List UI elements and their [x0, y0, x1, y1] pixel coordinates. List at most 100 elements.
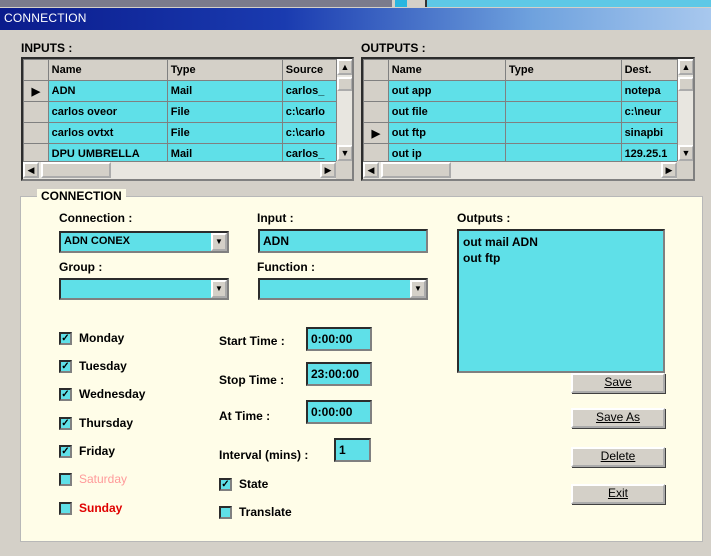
table-row[interactable]: out file c:\neur [363, 101, 693, 123]
outputs-horizontal-scrollbar[interactable]: ◀ ▶ [363, 161, 677, 179]
inputs-cell-type[interactable]: File [166, 122, 283, 144]
table-row[interactable]: out app notepa [363, 80, 693, 102]
chevron-down-icon[interactable]: ▼ [410, 280, 426, 298]
inputs-col-type[interactable]: Type [166, 59, 283, 81]
checkbox-translate[interactable]: Translate [219, 505, 292, 519]
checkbox-friday[interactable]: ✓ Friday [59, 444, 115, 458]
window-title-bar[interactable]: CONNECTION [0, 8, 711, 30]
scroll-up-icon[interactable]: ▲ [337, 59, 352, 75]
outputs-header-row: Name Type Dest. [363, 59, 693, 81]
outputs-listbox[interactable]: out mail ADN out ftp [457, 229, 665, 373]
outputs-cell-type[interactable] [504, 122, 622, 144]
inputs-header-row: Name Type Source [23, 59, 352, 81]
group-select[interactable]: ▼ [59, 278, 229, 300]
checkbox-state[interactable]: ✓ State [219, 477, 268, 491]
checkbox-sunday[interactable]: Sunday [59, 501, 122, 515]
checkbox-box[interactable] [219, 505, 232, 519]
chevron-down-icon[interactable]: ▼ [211, 233, 227, 251]
window-title: CONNECTION [4, 11, 87, 25]
save-as-button-label: Save As [595, 410, 641, 424]
inputs-cell-name[interactable]: ADN [47, 80, 168, 102]
checkbox-thursday[interactable]: ✓ Thursday [59, 416, 133, 430]
stop-time-field[interactable]: 23:00:00 [306, 362, 372, 386]
row-selector[interactable] [23, 101, 49, 123]
checkbox-monday[interactable]: ✓ Monday [59, 331, 124, 345]
scroll-right-icon[interactable]: ▶ [320, 162, 336, 178]
scroll-corner [336, 161, 352, 179]
outputs-cell-name[interactable]: out file [387, 101, 506, 123]
function-select[interactable]: ▼ [258, 278, 428, 300]
top-strip-dark [0, 0, 392, 7]
check-icon[interactable]: ✓ [59, 416, 72, 430]
checkbox-tuesday[interactable]: ✓ Tuesday [59, 359, 127, 373]
list-item[interactable]: out mail ADN [463, 234, 659, 250]
scroll-left-icon[interactable]: ◀ [23, 162, 39, 178]
input-field[interactable]: ADN [258, 229, 428, 253]
outputs-grid[interactable]: Name Type Dest. out app notepa out file … [361, 57, 695, 181]
checkbox-box[interactable] [59, 472, 72, 486]
exit-button-label: Exit [607, 486, 628, 500]
outputs-cell-type[interactable] [504, 101, 622, 123]
scroll-thumb[interactable] [41, 162, 111, 178]
scroll-left-icon[interactable]: ◀ [363, 162, 379, 178]
scroll-thumb[interactable] [337, 77, 352, 91]
check-icon[interactable]: ✓ [59, 444, 72, 458]
list-item[interactable]: out ftp [463, 250, 659, 266]
scroll-down-icon[interactable]: ▼ [337, 145, 352, 161]
outputs-col-type[interactable]: Type [504, 59, 622, 81]
inputs-corner [23, 59, 49, 81]
inputs-cell-name[interactable]: carlos oveor [47, 101, 168, 123]
start-time-field[interactable]: 0:00:00 [306, 327, 372, 351]
save-as-button[interactable]: Save As [571, 408, 665, 428]
scroll-right-icon[interactable]: ▶ [661, 162, 677, 178]
start-time-label: Start Time : [219, 334, 285, 348]
outputs-vertical-scrollbar[interactable]: ▲ ▼ [677, 59, 693, 161]
top-strip-bar [425, 0, 711, 7]
day-label: Thursday [79, 416, 134, 430]
at-time-field[interactable]: 0:00:00 [306, 400, 372, 424]
row-selector-current[interactable]: ▶ [23, 80, 49, 102]
outputs-cell-type[interactable] [504, 80, 622, 102]
table-row[interactable]: ▶ out ftp sinapbi [363, 122, 693, 144]
check-icon[interactable]: ✓ [59, 331, 72, 345]
scroll-down-icon[interactable]: ▼ [678, 145, 693, 161]
row-selector[interactable] [23, 122, 49, 144]
input-label: Input : [257, 211, 294, 225]
check-icon[interactable]: ✓ [219, 477, 232, 491]
row-selector[interactable] [363, 80, 389, 102]
outputs-cell-name[interactable]: out app [387, 80, 506, 102]
delete-button[interactable]: Delete [571, 447, 665, 467]
check-icon[interactable]: ✓ [59, 387, 72, 401]
checkbox-saturday[interactable]: Saturday [59, 472, 127, 486]
save-button[interactable]: Save [571, 373, 665, 393]
exit-button[interactable]: Exit [571, 484, 665, 504]
inputs-col-name[interactable]: Name [47, 59, 168, 81]
inputs-cell-type[interactable]: File [166, 101, 283, 123]
check-icon[interactable]: ✓ [59, 359, 72, 373]
scroll-thumb[interactable] [381, 162, 451, 178]
inputs-grid[interactable]: Name Type Source ▶ ADN Mail carlos_ carl… [21, 57, 354, 181]
scroll-up-icon[interactable]: ▲ [678, 59, 693, 75]
table-row[interactable]: carlos ovtxt File c:\carlo [23, 122, 352, 144]
interval-field[interactable]: 1 [334, 438, 371, 462]
day-label: Wednesday [79, 387, 146, 401]
inputs-vertical-scrollbar[interactable]: ▲ ▼ [336, 59, 352, 161]
inputs-cell-type[interactable]: Mail [166, 80, 283, 102]
row-selector[interactable] [363, 101, 389, 123]
interval-label: Interval (mins) : [219, 448, 309, 462]
stop-time-label: Stop Time : [219, 373, 285, 387]
scroll-thumb[interactable] [678, 77, 693, 91]
connection-select[interactable]: ADN CONEX ▼ [59, 231, 229, 253]
outputs-list-label: Outputs : [457, 211, 511, 225]
checkbox-box[interactable] [59, 501, 72, 515]
table-row[interactable]: carlos oveor File c:\carlo [23, 101, 352, 123]
inputs-horizontal-scrollbar[interactable]: ◀ ▶ [23, 161, 336, 179]
table-row[interactable]: ▶ ADN Mail carlos_ [23, 80, 352, 102]
inputs-cell-name[interactable]: carlos ovtxt [47, 122, 168, 144]
outputs-label: OUTPUTS : [361, 41, 426, 55]
row-selector-current[interactable]: ▶ [363, 122, 389, 144]
outputs-col-name[interactable]: Name [387, 59, 506, 81]
chevron-down-icon[interactable]: ▼ [211, 280, 227, 298]
checkbox-wednesday[interactable]: ✓ Wednesday [59, 387, 145, 401]
outputs-cell-name[interactable]: out ftp [387, 122, 506, 144]
